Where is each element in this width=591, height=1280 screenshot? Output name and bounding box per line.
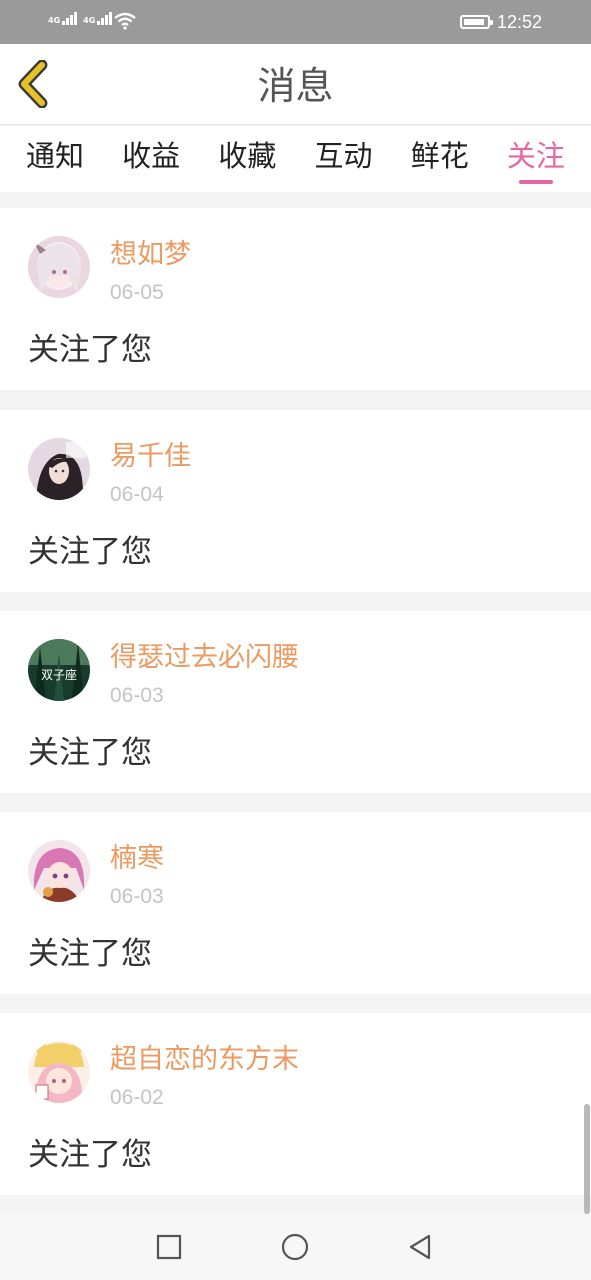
page-title: 消息 [257, 64, 334, 108]
network-type-label: 4G [48, 16, 61, 25]
scrollbar[interactable] [584, 1104, 590, 1214]
message-text: 关注了您 [28, 1137, 152, 1173]
list-item[interactable]: 超自恋的东方末 06-02 关注了您 [0, 1013, 591, 1195]
signal-icon: 4G [48, 12, 78, 25]
tab-earnings[interactable]: 收益 [120, 126, 182, 192]
tab-interactions[interactable]: 互动 [313, 126, 375, 192]
username[interactable]: 超自恋的东方末 [110, 1043, 299, 1077]
wifi-icon [114, 12, 136, 30]
username[interactable]: 易千佳 [110, 440, 191, 474]
tab-favorites[interactable]: 收藏 [216, 126, 278, 192]
battery-icon [460, 15, 493, 29]
username[interactable]: 想如梦 [110, 238, 191, 272]
avatar[interactable] [28, 438, 90, 500]
avatar-caption: 双子座 [41, 667, 77, 682]
back-icon[interactable] [405, 1232, 435, 1262]
message-date: 06-03 [110, 885, 164, 908]
list-item[interactable]: 想如梦 06-05 关注了您 [0, 208, 591, 390]
top-app-bar: 消息 [0, 44, 591, 125]
status-bar: 4G 4G 12:52 [0, 0, 591, 44]
username[interactable]: 得瑟过去必闪腰 [110, 641, 299, 675]
avatar[interactable] [28, 840, 90, 902]
list-item[interactable]: 双子座 得瑟过去必闪腰 06-03 关注了您 [0, 611, 591, 793]
message-text: 关注了您 [28, 332, 152, 368]
message-date: 06-02 [110, 1086, 164, 1109]
tab-flowers[interactable]: 鲜花 [409, 126, 471, 192]
message-date: 06-04 [110, 483, 164, 506]
message-date: 06-05 [110, 281, 164, 304]
avatar[interactable] [28, 1041, 90, 1103]
message-text: 关注了您 [28, 735, 152, 771]
message-tabs: 通知 收益 收藏 互动 鲜花 关注 [0, 126, 591, 192]
message-date: 06-03 [110, 684, 164, 707]
avatar[interactable] [28, 236, 90, 298]
status-time: 12:52 [497, 12, 543, 32]
username[interactable]: 楠寒 [110, 842, 164, 876]
signal-icon: 4G [83, 12, 113, 25]
tab-following[interactable]: 关注 [505, 126, 567, 192]
avatar[interactable]: 双子座 [28, 639, 90, 701]
system-navigation-bar [0, 1214, 591, 1280]
home-icon[interactable] [280, 1232, 310, 1262]
tab-notifications[interactable]: 通知 [24, 126, 86, 192]
network-type-label: 4G [83, 16, 96, 25]
network-indicators: 4G 4G [48, 12, 113, 25]
list-item[interactable]: 楠寒 06-03 关注了您 [0, 812, 591, 994]
recent-apps-icon[interactable] [154, 1232, 184, 1262]
message-text: 关注了您 [28, 534, 152, 570]
list-item[interactable]: 易千佳 06-04 关注了您 [0, 410, 591, 592]
message-text: 关注了您 [28, 936, 152, 972]
